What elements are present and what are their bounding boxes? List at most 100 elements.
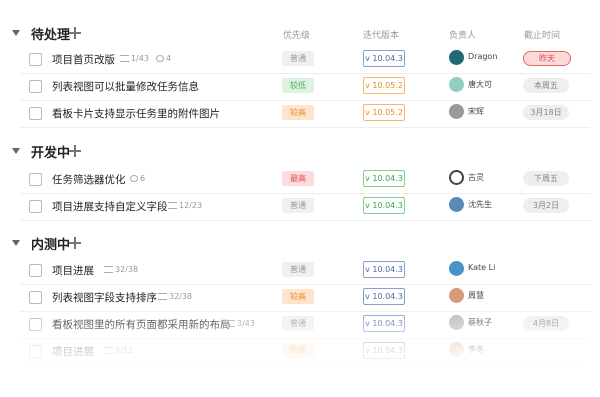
- task-checkbox[interactable]: [29, 53, 42, 66]
- avatar: [449, 315, 464, 330]
- task-checkbox[interactable]: [29, 173, 42, 186]
- priority-tag[interactable]: 较高: [282, 105, 314, 120]
- table-row[interactable]: 列表视图可以批量修改任务信息 较低 v 10.05.2 唐大可 本周五: [20, 73, 590, 101]
- task-title[interactable]: 项目进展支持自定义字段: [52, 199, 168, 214]
- task-checkbox[interactable]: [29, 291, 42, 304]
- owner-name: 沈先生: [468, 200, 492, 209]
- version-tag[interactable]: v 10.04.3: [363, 170, 405, 187]
- column-header-due[interactable]: 截止时间: [524, 28, 560, 41]
- task-title[interactable]: 看板卡片支持显示任务里的附件图片: [52, 106, 220, 121]
- task-title[interactable]: 项目进展: [52, 263, 94, 278]
- column-header-version[interactable]: 迭代版本: [363, 28, 399, 41]
- task-title[interactable]: 项目进展: [52, 344, 94, 359]
- column-header-owner[interactable]: 负责人: [449, 28, 476, 41]
- task-title[interactable]: 列表视图可以批量修改任务信息: [52, 79, 199, 94]
- task-title[interactable]: 项目首页改版: [52, 52, 115, 67]
- subtask-icon: [104, 266, 113, 273]
- task-checkbox[interactable]: [29, 345, 42, 358]
- version-tag[interactable]: v 10.05.2: [363, 77, 405, 94]
- task-title[interactable]: 看板视图里的所有页面都采用新的布局: [52, 317, 231, 332]
- priority-tag[interactable]: 较高: [282, 289, 314, 304]
- table-row[interactable]: 任务筛选器优化 6 最高 v 10.04.3 古灵 下周五: [20, 166, 590, 194]
- subtask-count: 3/12: [104, 346, 133, 355]
- add-task-icon[interactable]: [69, 145, 81, 157]
- avatar: [449, 342, 464, 357]
- task-title[interactable]: 列表视图字段支持排序: [52, 290, 157, 305]
- owner-name: 唐大可: [468, 80, 492, 89]
- owner-name: 蔡秋子: [468, 318, 492, 327]
- group-header-pending[interactable]: 待处理: [0, 22, 300, 46]
- table-row[interactable]: 看板卡片支持显示任务里的附件图片 较高 v 10.05.2 宋辉 3月18日: [20, 100, 590, 128]
- due-date-badge[interactable]: 昨天: [523, 51, 571, 66]
- avatar: [449, 170, 464, 185]
- priority-tag[interactable]: 普通: [282, 262, 314, 277]
- caret-down-icon[interactable]: [12, 240, 20, 246]
- subtask-count: 32/38: [104, 265, 138, 274]
- task-title[interactable]: 任务筛选器优化: [52, 172, 126, 187]
- subtask-count: 12/23: [168, 201, 202, 210]
- priority-tag[interactable]: 普通: [282, 51, 314, 66]
- caret-down-icon[interactable]: [12, 148, 20, 154]
- owner-name: 宋辉: [468, 107, 484, 116]
- comment-count: 6: [130, 174, 145, 183]
- subtask-count: 1/43: [120, 54, 149, 63]
- owner-name: Kate Li: [468, 263, 496, 272]
- priority-tag[interactable]: 普通: [282, 198, 314, 213]
- owner-name: Dragon: [468, 52, 498, 61]
- version-tag[interactable]: v 10.04.3: [363, 315, 405, 332]
- avatar: [449, 197, 464, 212]
- subtask-icon: [226, 320, 235, 327]
- avatar: [449, 50, 464, 65]
- owner-name: 古灵: [468, 173, 484, 182]
- subtask-icon: [120, 55, 129, 62]
- task-checkbox[interactable]: [29, 200, 42, 213]
- due-date-badge[interactable]: 本周五: [523, 78, 569, 93]
- due-date-badge[interactable]: 下周五: [523, 171, 569, 186]
- version-tag[interactable]: v 10.04.3: [363, 288, 405, 305]
- subtask-count: 3/43: [226, 319, 255, 328]
- priority-tag[interactable]: 最高: [282, 171, 314, 186]
- subtask-icon: [104, 347, 113, 354]
- table-row[interactable]: 项目进展 32/38 普通 v 10.04.3 Kate Li: [20, 257, 590, 285]
- priority-tag[interactable]: 较高: [282, 343, 314, 358]
- owner-name: 李冬: [468, 345, 484, 354]
- due-date-badge[interactable]: 3月2日: [523, 198, 569, 213]
- comment-icon: [156, 55, 164, 62]
- task-checkbox[interactable]: [29, 318, 42, 331]
- version-tag[interactable]: v 10.04.3: [363, 342, 405, 359]
- task-checkbox[interactable]: [29, 80, 42, 93]
- priority-tag[interactable]: 普通: [282, 316, 314, 331]
- add-task-icon[interactable]: [69, 237, 81, 249]
- group-header-in-development[interactable]: 开发中: [0, 140, 300, 164]
- due-date-badge[interactable]: 3月18日: [523, 105, 569, 120]
- caret-down-icon[interactable]: [12, 30, 20, 36]
- version-tag[interactable]: v 10.04.3: [363, 261, 405, 278]
- table-row[interactable]: 项目进展 3/12 较高 v 10.04.3 李冬: [20, 338, 590, 366]
- priority-tag[interactable]: 较低: [282, 78, 314, 93]
- task-board: 优先级 迭代版本 负责人 截止时间 待处理 项目首页改版 1/43 4 普通 v…: [0, 0, 600, 397]
- version-tag[interactable]: v 10.04.3: [363, 50, 405, 67]
- table-row[interactable]: 列表视图字段支持排序 32/38 较高 v 10.04.3 周慧: [20, 284, 590, 312]
- table-row[interactable]: 看板视图里的所有页面都采用新的布局 3/43 普通 v 10.04.3 蔡秋子 …: [20, 311, 590, 339]
- avatar: [449, 261, 464, 276]
- due-date-badge[interactable]: 4月8日: [523, 316, 569, 331]
- avatar: [449, 104, 464, 119]
- task-checkbox[interactable]: [29, 107, 42, 120]
- task-checkbox[interactable]: [29, 264, 42, 277]
- group-header-internal-testing[interactable]: 内测中: [0, 232, 300, 256]
- owner-name: 周慧: [468, 291, 484, 300]
- comment-icon: [130, 175, 138, 182]
- avatar: [449, 288, 464, 303]
- version-tag[interactable]: v 10.04.3: [363, 197, 405, 214]
- subtask-icon: [168, 202, 177, 209]
- version-tag[interactable]: v 10.05.2: [363, 104, 405, 121]
- add-task-icon[interactable]: [69, 27, 81, 39]
- group-title: 待处理: [31, 28, 71, 43]
- table-row[interactable]: 项目进展支持自定义字段 12/23 普通 v 10.04.3 沈先生 3月2日: [20, 193, 590, 221]
- table-row[interactable]: 项目首页改版 1/43 4 普通 v 10.04.3 Dragon 昨天: [20, 46, 590, 74]
- subtask-count: 32/38: [158, 292, 192, 301]
- group-title: 开发中: [31, 146, 71, 161]
- subtask-icon: [158, 293, 167, 300]
- group-title: 内测中: [31, 238, 71, 253]
- comment-count: 4: [156, 54, 171, 63]
